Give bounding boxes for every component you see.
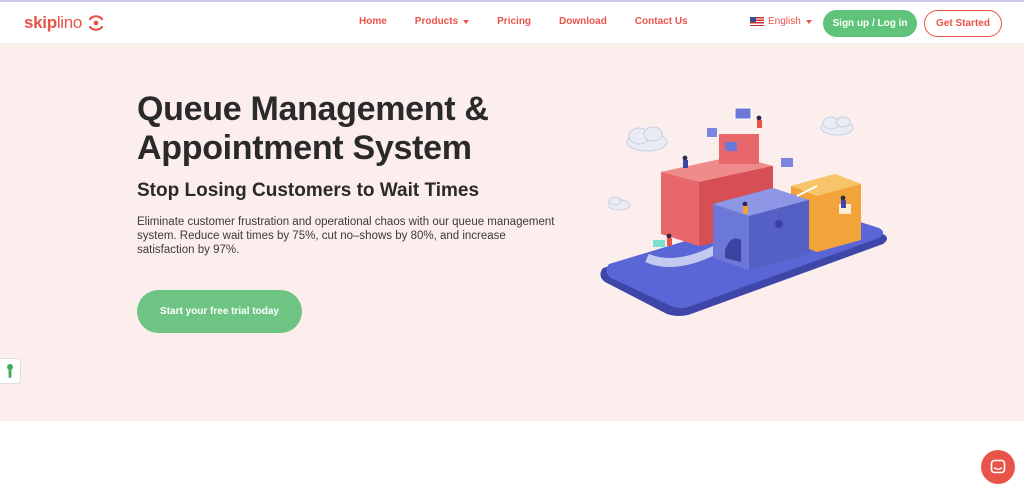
chevron-down-icon <box>463 19 470 24</box>
nav-products[interactable]: Products <box>414 16 470 27</box>
hero-subtitle: Stop Losing Customers to Wait Times <box>137 180 480 201</box>
nav-pricing[interactable]: Pricing <box>497 16 531 27</box>
accessibility-widget[interactable] <box>0 358 21 384</box>
nav-home[interactable]: Home <box>359 16 387 27</box>
us-flag-icon <box>750 17 764 26</box>
get-started-button[interactable]: Get Started <box>924 10 1002 37</box>
nav-download[interactable]: Download <box>559 16 607 27</box>
hero-title: Queue Management & Appointment System <box>137 90 557 168</box>
chevron-down-icon <box>805 19 812 24</box>
cloud-icon <box>607 196 631 211</box>
queue-system-illustration <box>600 107 887 316</box>
logo-text-bold: skip <box>24 13 57 32</box>
hero-title-line1: Queue Management & <box>137 90 489 128</box>
site-header: skip lino Home Products Pricing Download … <box>0 2 1024 44</box>
accessibility-icon <box>7 364 13 378</box>
language-selector[interactable]: English <box>750 16 812 27</box>
language-label: English <box>768 16 801 27</box>
cloud-icon <box>626 126 668 152</box>
free-trial-button[interactable]: Start your free trial today <box>137 290 302 333</box>
logo[interactable]: skip lino <box>24 13 106 33</box>
hero-description: Eliminate customer frustration and opera… <box>137 216 555 256</box>
cloud-icon <box>820 116 854 136</box>
chat-widget-button[interactable] <box>981 450 1015 484</box>
nav-contact[interactable]: Contact Us <box>635 16 688 27</box>
chat-icon <box>990 459 1006 474</box>
main-nav: Home Products Pricing Download Contact U… <box>359 16 716 27</box>
nav-products-label: Products <box>414 16 459 27</box>
hero-title-line2: Appointment System <box>137 129 472 167</box>
signup-login-button[interactable]: Sign up / Log in <box>823 10 917 37</box>
logo-mark-icon <box>88 15 104 31</box>
logo-text-light: lino <box>56 13 83 32</box>
